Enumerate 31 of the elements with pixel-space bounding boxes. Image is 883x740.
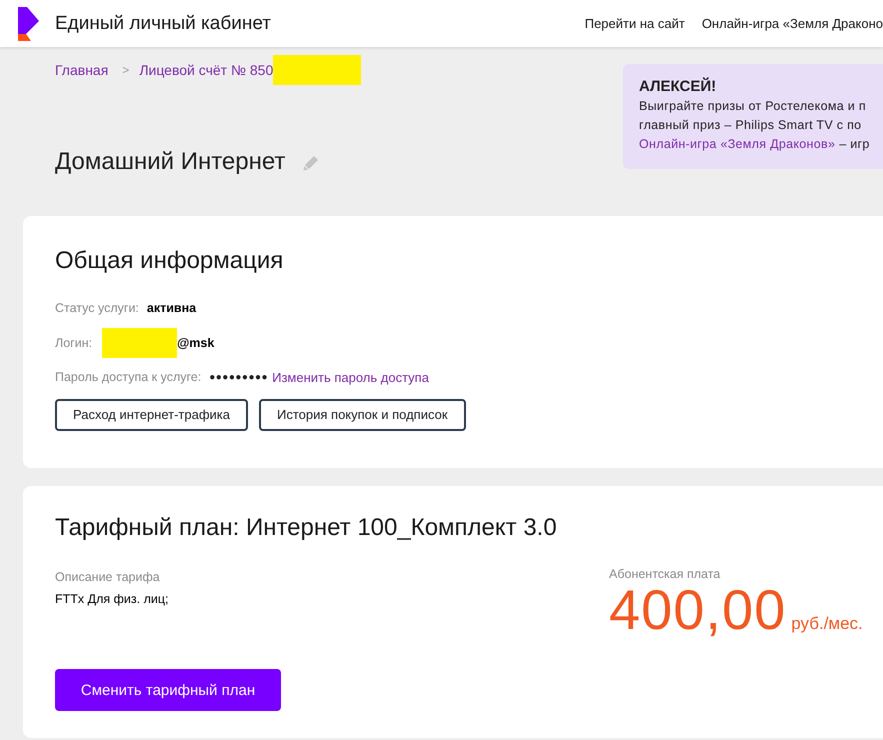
promo-link[interactable]: Онлайн-игра «Земля Драконов» (639, 137, 836, 151)
promo-title: АЛЕКСЕЙ! (639, 77, 718, 96)
breadcrumb-link[interactable]: Лицевой счёт № 850 (139, 62, 274, 78)
promo-text: главный приз – Philips Smart TV с по (639, 117, 862, 134)
card-title: Общая информация (55, 246, 284, 276)
outline-button[interactable]: История покупок и подписок (259, 398, 466, 430)
field-value: @msk (177, 336, 214, 350)
change-tariff-button[interactable]: Сменить тарифный план (55, 669, 281, 711)
logo-icon (18, 6, 40, 40)
app-title: Единый личный кабинет (55, 12, 271, 34)
nav-link[interactable]: Онлайн-игра «Земля Драконо (702, 16, 883, 31)
breadcrumb-link[interactable]: Главная (55, 62, 108, 78)
page-title: Домашний Интернет (55, 148, 286, 176)
outline-button[interactable]: Расход интернет-трафика (55, 398, 248, 430)
fee-label: Абонентская плата (609, 566, 722, 583)
field-value: активна (146, 301, 196, 316)
tariff-description: FTTx Для физ. лиц; (55, 592, 170, 606)
field-label: Пароль доступа к услуге: (55, 370, 202, 384)
field-label: Статус услуги: (55, 301, 139, 316)
breadcrumb-separator: > (122, 63, 130, 77)
description-label: Описание тарифа (55, 569, 161, 586)
field-label: Логин: (55, 336, 92, 350)
change-password-link[interactable]: Изменить пароль доступа (272, 370, 429, 385)
nav-link[interactable]: Перейти на сайт (584, 16, 685, 31)
promo-text: Выиграйте призы от Ростелекома и п (639, 98, 867, 115)
masked-password: ●●●●●●●●● (209, 372, 268, 383)
promo-text: – игр (839, 137, 870, 151)
edit-pencil-icon (303, 155, 320, 171)
fee-amount: 400,00 (609, 583, 786, 637)
fee-unit: руб./мес. (791, 614, 863, 634)
card-title: Тарифный план: Интернет 100_Комплект 3.0 (55, 513, 558, 543)
